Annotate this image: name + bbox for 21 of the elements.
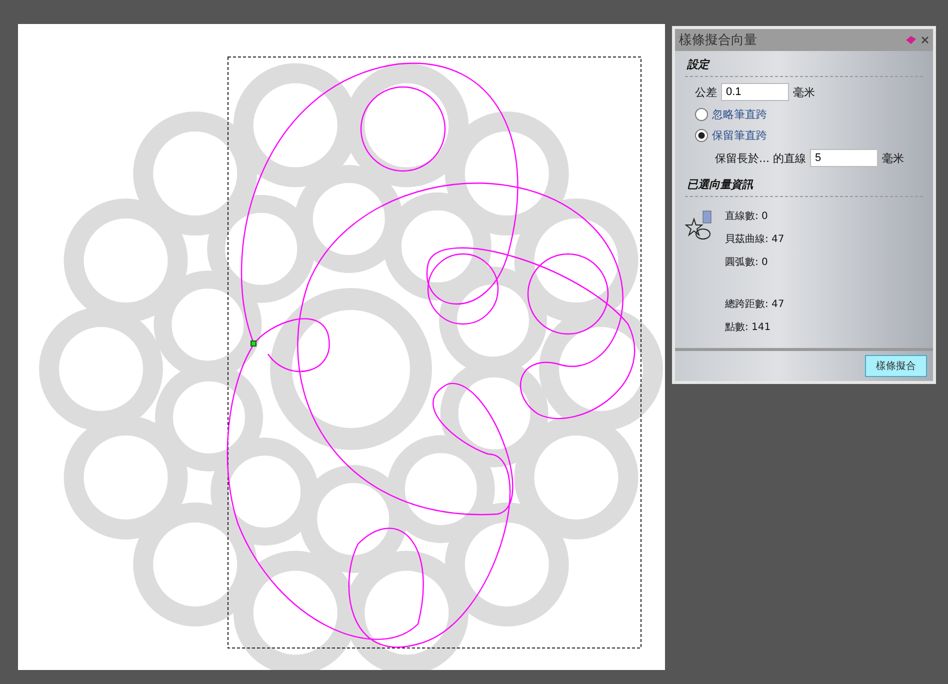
radio-button[interactable] bbox=[695, 129, 708, 142]
stat-text: 貝茲曲線: 47 bbox=[725, 232, 784, 246]
stat-text: 圓弧數: 0 bbox=[725, 256, 769, 269]
stat-text: 直線數: 0 bbox=[725, 210, 769, 223]
field-label: 公差 bbox=[695, 84, 717, 100]
stat-text: 總跨距數: 47 bbox=[725, 298, 784, 311]
radio-label[interactable]: 保留筆直跨 bbox=[712, 128, 767, 143]
radio-button[interactable] bbox=[695, 108, 708, 121]
radio-label[interactable]: 忽略筆直跨 bbox=[712, 107, 767, 122]
section-heading: 設定 bbox=[685, 57, 923, 77]
unit-label: 毫米 bbox=[793, 84, 815, 100]
section-heading: 已選向量資訊 bbox=[685, 177, 923, 197]
tolerance-field[interactable]: 0.1 bbox=[721, 83, 789, 101]
field-label: 保留長於... 的直線 bbox=[715, 150, 806, 166]
anchor-handle[interactable] bbox=[250, 340, 256, 346]
panel-title: 樣條擬合向量 bbox=[679, 32, 758, 49]
unit-label: 毫米 bbox=[882, 150, 904, 166]
stat-text: 點數: 141 bbox=[725, 321, 772, 334]
spline-fit-button[interactable]: 樣條擬合 bbox=[865, 355, 927, 377]
length-field[interactable]: 5 bbox=[810, 149, 878, 167]
close-icon[interactable] bbox=[921, 36, 929, 44]
